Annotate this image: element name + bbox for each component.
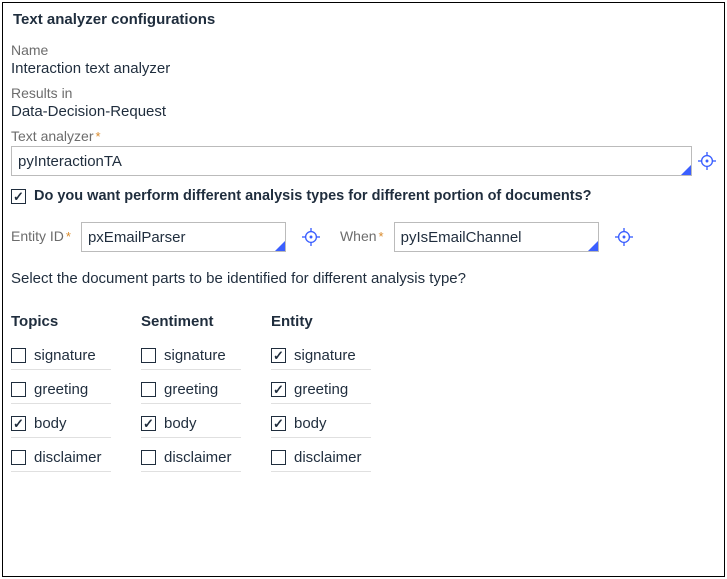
crosshair-icon[interactable] xyxy=(302,228,320,246)
analysis-checkbox-label: body xyxy=(294,415,327,432)
analysis-column: Entity signature greeting body disclaimer xyxy=(271,313,371,484)
analysis-checkbox[interactable] xyxy=(271,382,286,397)
checkbox-row: signature xyxy=(11,348,111,370)
results-in-label: Results in xyxy=(11,85,716,101)
checkbox-row: greeting xyxy=(271,382,371,404)
name-label: Name xyxy=(11,42,716,58)
column-header: Entity xyxy=(271,313,371,330)
checkbox-row: disclaimer xyxy=(141,450,241,472)
required-star-icon: * xyxy=(379,229,384,244)
analysis-checkbox[interactable] xyxy=(11,416,26,431)
analysis-checkbox-label: greeting xyxy=(294,381,348,398)
analysis-checkbox[interactable] xyxy=(141,450,156,465)
analysis-checkbox[interactable] xyxy=(271,348,286,363)
column-header: Topics xyxy=(11,313,111,330)
checkbox-row: body xyxy=(141,416,241,438)
autocomplete-corner-icon xyxy=(588,241,598,251)
analysis-checkbox[interactable] xyxy=(141,348,156,363)
checkbox-row: disclaimer xyxy=(271,450,371,472)
checkbox-row: body xyxy=(11,416,111,438)
checkbox-row: body xyxy=(271,416,371,438)
panel-title: Text analyzer configurations xyxy=(13,11,716,28)
analysis-checkbox-label: disclaimer xyxy=(294,449,362,466)
text-analyzer-input[interactable]: pyInteractionTA xyxy=(11,146,692,176)
crosshair-icon[interactable] xyxy=(615,228,633,246)
when-label: When* xyxy=(340,228,384,244)
when-input[interactable]: pyIsEmailChannel xyxy=(394,222,599,252)
analysis-column: Topics signature greeting body disclaimer xyxy=(11,313,111,484)
analysis-checkbox-label: signature xyxy=(34,347,96,364)
checkbox-row: greeting xyxy=(141,382,241,404)
analysis-checkbox[interactable] xyxy=(11,450,26,465)
select-parts-prompt: Select the document parts to be identifi… xyxy=(11,270,716,287)
checkbox-row: disclaimer xyxy=(11,450,111,472)
name-value: Interaction text analyzer xyxy=(11,60,716,77)
text-analyzer-label: Text analyzer* xyxy=(11,128,716,144)
checkbox-row: signature xyxy=(141,348,241,370)
analysis-checkbox[interactable] xyxy=(11,382,26,397)
analysis-checkbox-label: body xyxy=(164,415,197,432)
entity-id-input[interactable]: pxEmailParser xyxy=(81,222,286,252)
analysis-checkbox-label: greeting xyxy=(164,381,218,398)
required-star-icon: * xyxy=(66,229,71,244)
required-star-icon: * xyxy=(95,129,100,144)
analysis-checkbox-label: signature xyxy=(164,347,226,364)
analysis-checkbox-label: body xyxy=(34,415,67,432)
analysis-checkbox-label: disclaimer xyxy=(34,449,102,466)
analysis-checkbox[interactable] xyxy=(271,416,286,431)
analysis-checkbox[interactable] xyxy=(141,416,156,431)
checkbox-row: signature xyxy=(271,348,371,370)
entity-id-label: Entity ID* xyxy=(11,228,71,244)
analysis-checkbox-label: greeting xyxy=(34,381,88,398)
analysis-type-grid: TopicssignaturegreetingbodydisclaimerSen… xyxy=(11,313,716,484)
analysis-checkbox-label: disclaimer xyxy=(164,449,232,466)
crosshair-icon[interactable] xyxy=(698,152,716,170)
autocomplete-corner-icon xyxy=(681,165,691,175)
differential-analysis-label: Do you want perform different analysis t… xyxy=(34,188,592,204)
differential-analysis-checkbox[interactable] xyxy=(11,189,26,204)
autocomplete-corner-icon xyxy=(275,241,285,251)
analysis-checkbox[interactable] xyxy=(271,450,286,465)
analysis-checkbox[interactable] xyxy=(11,348,26,363)
results-in-value: Data-Decision-Request xyxy=(11,103,716,120)
checkbox-row: greeting xyxy=(11,382,111,404)
analysis-column: Sentiment signature greeting body disclaimer xyxy=(141,313,241,484)
config-panel: Text analyzer configurations Name Intera… xyxy=(2,2,725,577)
analysis-checkbox[interactable] xyxy=(141,382,156,397)
column-header: Sentiment xyxy=(141,313,241,330)
analysis-checkbox-label: signature xyxy=(294,347,356,364)
